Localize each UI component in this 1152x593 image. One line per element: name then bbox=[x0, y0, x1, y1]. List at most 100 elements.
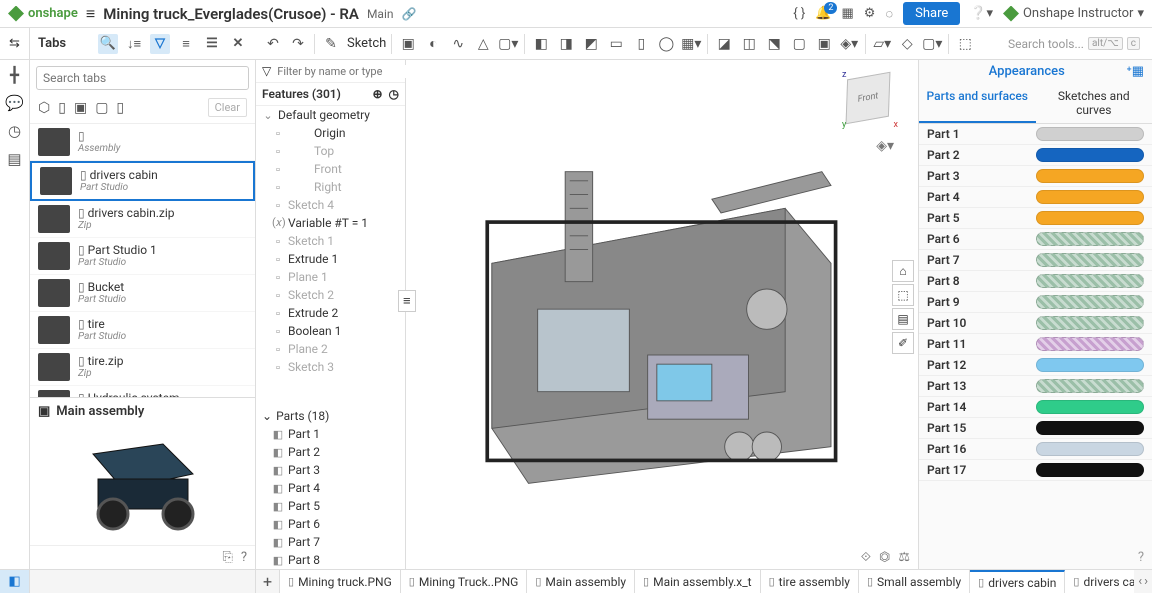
pattern-icon[interactable]: ▦▾ bbox=[680, 33, 702, 55]
view-cube[interactable]: Front z y x bbox=[838, 70, 898, 130]
settings-icon[interactable]: { } bbox=[793, 6, 805, 21]
appearance-row[interactable]: Part 15 bbox=[919, 418, 1152, 439]
viewport[interactable]: ≡ Front z y x ◈▾ ⌂ ⬚ ▤ ✐ ⟐ ⏣ ⚖ bbox=[406, 60, 918, 569]
tab-sketches-curves[interactable]: Sketches and curves bbox=[1036, 83, 1152, 123]
color-swatch[interactable] bbox=[1036, 190, 1144, 204]
filter-funnel-icon[interactable]: ▽ bbox=[262, 64, 271, 78]
feature-item[interactable]: ▫Sketch 1 bbox=[256, 232, 405, 250]
help-small-icon[interactable]: ? bbox=[241, 550, 247, 565]
feature-item[interactable]: ▫Sketch 2 bbox=[256, 286, 405, 304]
iso-view-icon[interactable]: ⬚ bbox=[892, 284, 914, 306]
bottom-rail-icon[interactable]: ◧ bbox=[0, 570, 30, 593]
feature-item[interactable]: ▫Right bbox=[256, 178, 405, 196]
search-icon[interactable]: 🔍 bbox=[98, 34, 118, 54]
appearance-row[interactable]: Part 12 bbox=[919, 355, 1152, 376]
modify-icon[interactable]: ▣ bbox=[813, 33, 835, 55]
sketch-icon[interactable]: ✎ bbox=[320, 33, 342, 55]
mass-icon[interactable]: ⏣ bbox=[879, 550, 890, 565]
color-swatch[interactable] bbox=[1036, 379, 1144, 393]
main-assembly-title[interactable]: ▣ Main assembly bbox=[38, 404, 247, 419]
color-swatch[interactable] bbox=[1036, 337, 1144, 351]
part-tree-item[interactable]: ◧Part 1 bbox=[256, 425, 405, 443]
revolve-icon[interactable]: ◐ bbox=[422, 33, 444, 55]
part-tree-item[interactable]: ◧Part 4 bbox=[256, 479, 405, 497]
add-appearance-icon[interactable]: ⁺▦ bbox=[1126, 64, 1144, 79]
tab-item[interactable]: ▯ Assembly bbox=[30, 124, 255, 161]
rollback-icon[interactable]: ◷ bbox=[389, 87, 399, 101]
draft-icon[interactable]: ◩ bbox=[580, 33, 602, 55]
part-tree-item[interactable]: ◧Part 6 bbox=[256, 515, 405, 533]
sort-icon[interactable]: ↓≡ bbox=[124, 34, 144, 54]
feature-item[interactable]: ▫Sketch 3 bbox=[256, 358, 405, 376]
feature-item[interactable]: ▫Top bbox=[256, 142, 405, 160]
home-view-icon[interactable]: ⌂ bbox=[892, 260, 914, 282]
chamfer-icon[interactable]: ◨ bbox=[555, 33, 577, 55]
color-swatch[interactable] bbox=[1036, 442, 1144, 456]
color-swatch[interactable] bbox=[1036, 400, 1144, 414]
color-swatch[interactable] bbox=[1036, 148, 1144, 162]
color-swatch[interactable] bbox=[1036, 421, 1144, 435]
feature-item[interactable]: ⌄Default geometry bbox=[256, 106, 405, 124]
appearance-list[interactable]: Part 1 Part 2 Part 3 Part 4 Part 5 Part … bbox=[919, 124, 1152, 546]
tab-item[interactable]: ▯ tire Part Studio bbox=[30, 312, 255, 349]
bottom-tab[interactable]: ▯Main assembly.x_t bbox=[635, 570, 761, 593]
filter-partstudio-icon[interactable]: ▯ bbox=[58, 100, 66, 116]
tab-item[interactable]: ▯ drivers cabin.zip Zip bbox=[30, 201, 255, 238]
section-view-icon[interactable]: ▤ bbox=[892, 308, 914, 330]
boolean-icon[interactable]: ◪ bbox=[713, 33, 735, 55]
share-button[interactable]: Share bbox=[903, 2, 960, 25]
color-swatch[interactable] bbox=[1036, 316, 1144, 330]
appearance-row[interactable]: Part 7 bbox=[919, 250, 1152, 271]
color-swatch[interactable] bbox=[1036, 253, 1144, 267]
bottom-tab[interactable]: ▯Main assembly bbox=[527, 570, 635, 593]
filter-icon[interactable]: ▽ bbox=[150, 34, 170, 54]
feature-item[interactable]: ▫Boolean 1 bbox=[256, 322, 405, 340]
measure-icon[interactable]: ✐ bbox=[892, 332, 914, 354]
section-icon[interactable]: ⬚ bbox=[954, 33, 976, 55]
color-swatch[interactable] bbox=[1036, 358, 1144, 372]
appearance-row[interactable]: Part 5 bbox=[919, 208, 1152, 229]
bom-icon[interactable]: ▤ bbox=[7, 150, 21, 168]
parts-section-header[interactable]: ⌄ Parts (18) bbox=[256, 407, 405, 425]
search-tabs-input[interactable] bbox=[36, 66, 249, 90]
bottom-tab[interactable]: ▯Mining truck.PNG bbox=[280, 570, 401, 593]
plane-icon[interactable]: ▱▾ bbox=[871, 33, 893, 55]
split-icon[interactable]: ◫ bbox=[738, 33, 760, 55]
part-tree-item[interactable]: ◧Part 7 bbox=[256, 533, 405, 551]
color-swatch[interactable] bbox=[1036, 232, 1144, 246]
appearance-row[interactable]: Part 11 bbox=[919, 334, 1152, 355]
color-swatch[interactable] bbox=[1036, 169, 1144, 183]
search-tools[interactable]: Search tools... alt/⌥ c bbox=[1002, 37, 1146, 51]
list-icon[interactable]: ☰ bbox=[202, 34, 222, 54]
feature-item[interactable]: ▫Extrude 2 bbox=[256, 304, 405, 322]
sheet-icon[interactable]: ▢▾ bbox=[921, 33, 943, 55]
add-tab-button[interactable]: + bbox=[256, 570, 280, 593]
brand-logo[interactable]: onshape bbox=[8, 6, 78, 22]
panel-collapse-icon[interactable]: ≡ bbox=[398, 290, 416, 312]
color-swatch[interactable] bbox=[1036, 295, 1144, 309]
bottom-tab[interactable]: ▯tire assembly bbox=[761, 570, 859, 593]
close-icon[interactable]: ✕ bbox=[228, 34, 248, 54]
transform-icon[interactable]: ⬔ bbox=[763, 33, 785, 55]
filter-image-icon[interactable]: ▣ bbox=[74, 100, 87, 116]
branch-label[interactable]: Main bbox=[367, 7, 394, 21]
appearance-row[interactable]: Part 14 bbox=[919, 397, 1152, 418]
color-swatch[interactable] bbox=[1036, 127, 1144, 141]
add-feature-icon[interactable]: ⊕ bbox=[372, 87, 382, 101]
panel-toggle-icon[interactable]: ⇆ bbox=[9, 36, 20, 51]
appearance-row[interactable]: Part 9 bbox=[919, 292, 1152, 313]
view-menu-icon[interactable]: ◈▾ bbox=[876, 138, 894, 154]
tab-item[interactable]: ▯ Part Studio 1 Part Studio bbox=[30, 238, 255, 275]
undo-icon[interactable]: ↶ bbox=[262, 33, 284, 55]
tab-item[interactable]: ▯ Bucket Part Studio bbox=[30, 275, 255, 312]
color-swatch[interactable] bbox=[1036, 274, 1144, 288]
precision-icon[interactable]: ⚖ bbox=[898, 550, 910, 565]
curve-icon[interactable]: ◇ bbox=[896, 33, 918, 55]
bottom-tab[interactable]: ▯drivers cabi bbox=[1065, 570, 1134, 593]
more-surface-icon[interactable]: ◈▾ bbox=[838, 33, 860, 55]
tab-parts-surfaces[interactable]: Parts and surfaces bbox=[919, 83, 1036, 123]
next-tab-icon[interactable]: › bbox=[1144, 574, 1148, 589]
rib-icon[interactable]: ▯ bbox=[630, 33, 652, 55]
feature-item[interactable]: (𝑥)Variable #T = 1 bbox=[256, 214, 405, 232]
feature-item[interactable]: ▫Plane 2 bbox=[256, 340, 405, 358]
